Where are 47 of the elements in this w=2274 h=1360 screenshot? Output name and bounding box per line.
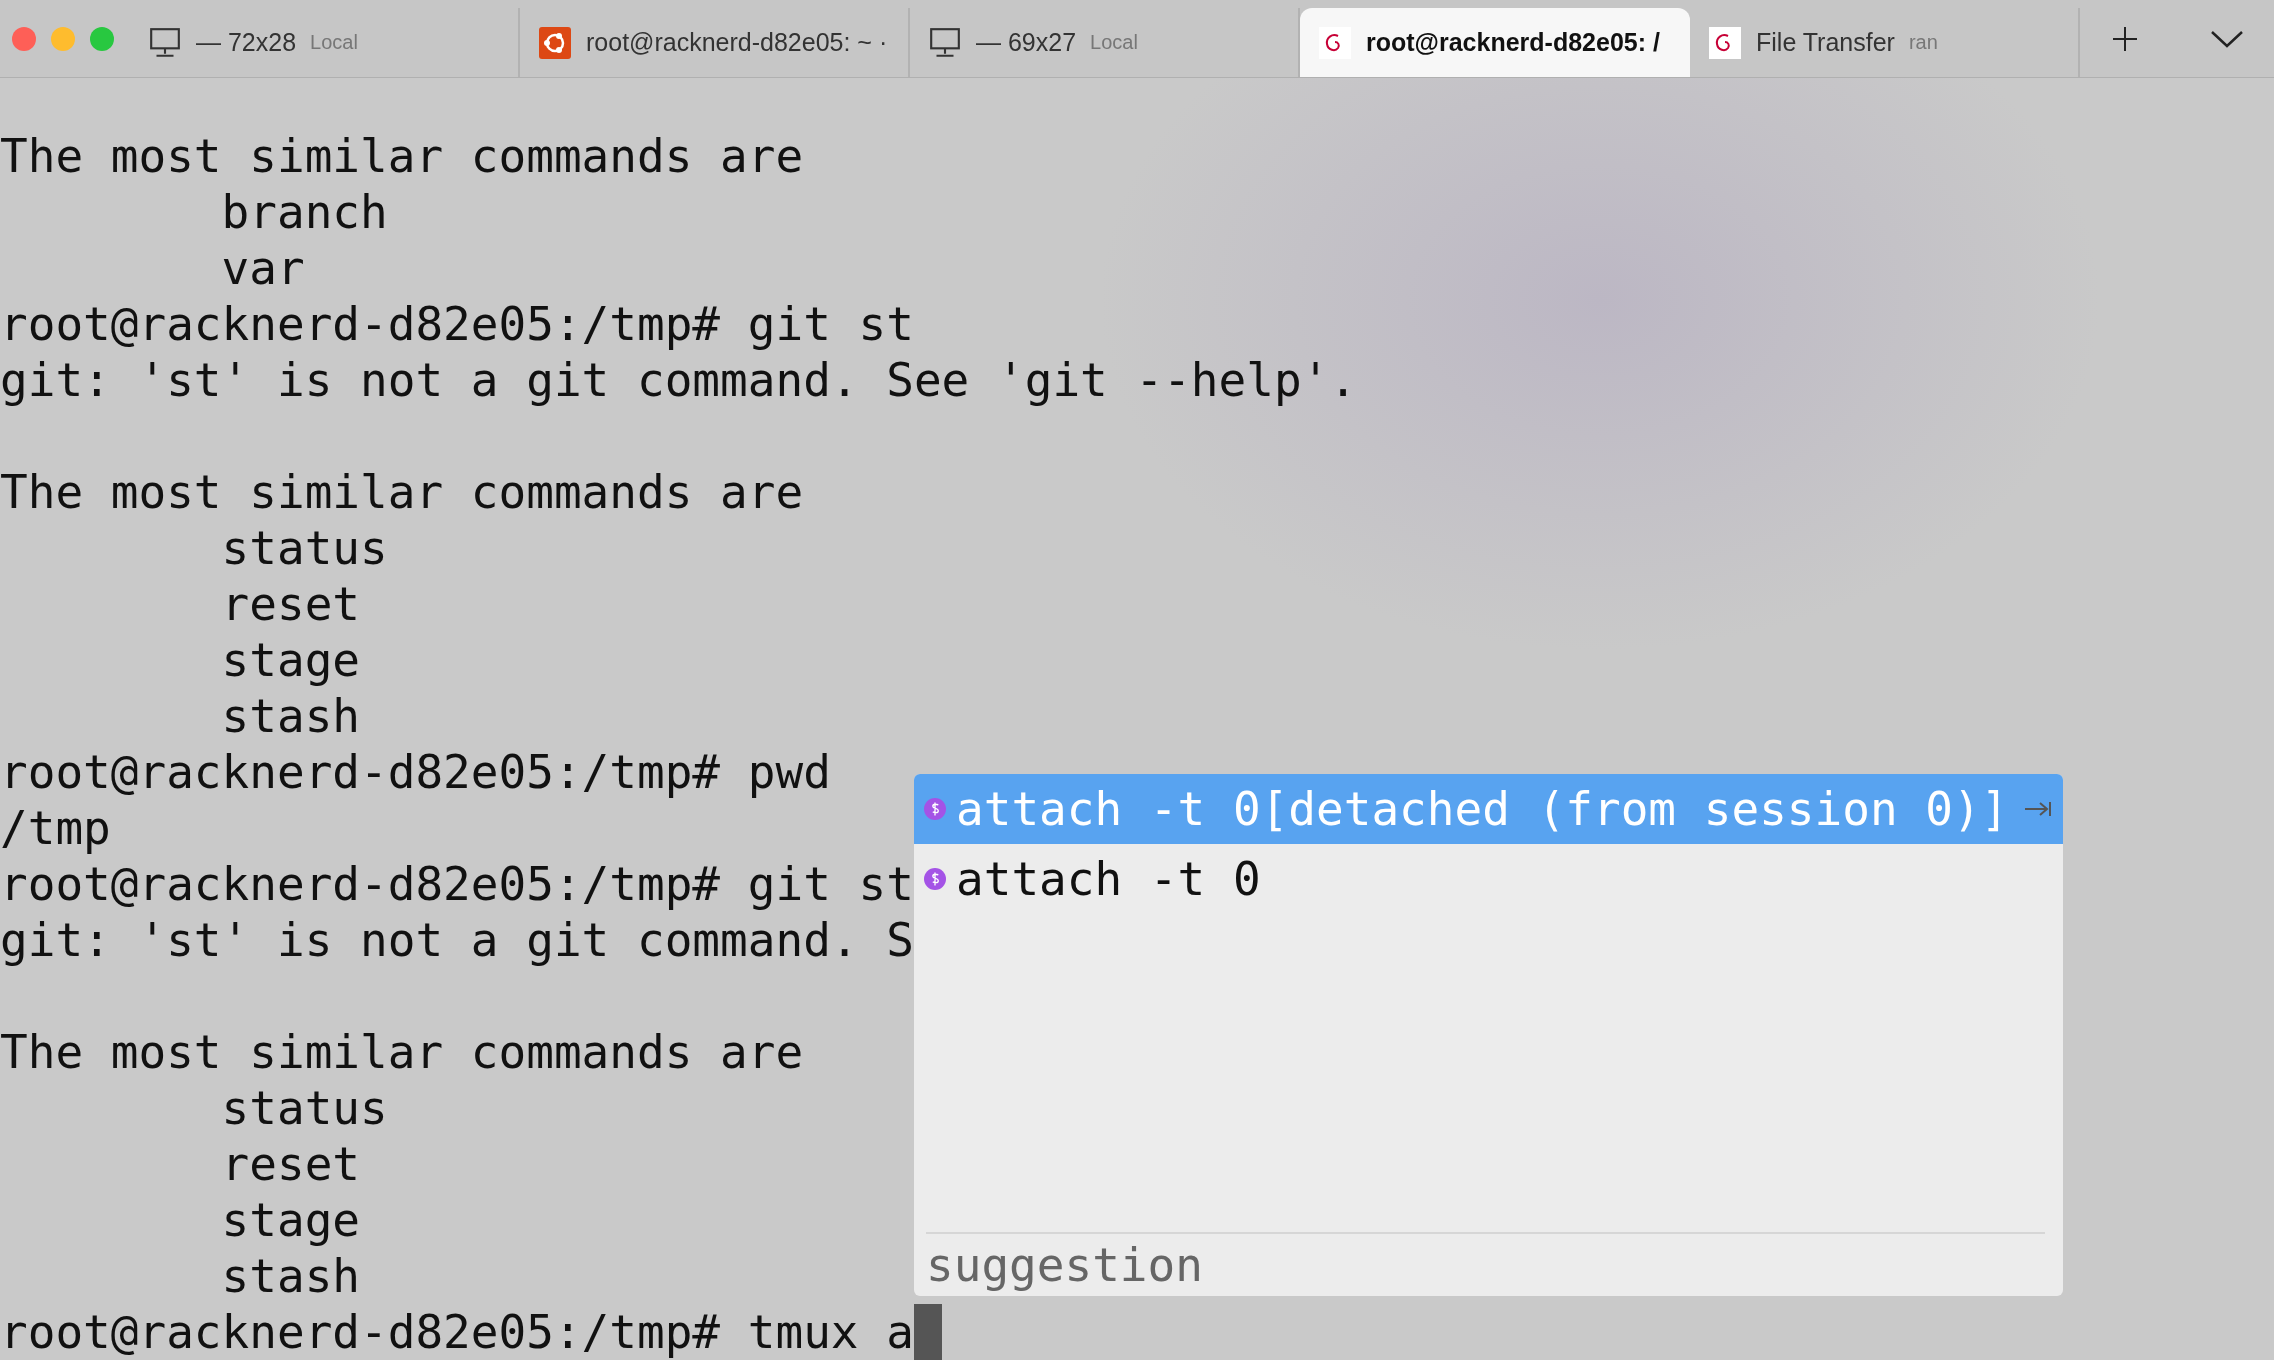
chevron-down-icon[interactable] [2210, 28, 2244, 49]
tab-title: File Transfer [1756, 28, 1895, 57]
terminal-line: The most similar commands are [0, 464, 804, 520]
terminal-line: The most similar commands are [0, 128, 804, 184]
tab-key-icon [2023, 799, 2053, 819]
tab-subtitle: Local [310, 31, 358, 54]
monitor-icon [148, 26, 182, 59]
terminal-line: status [220, 1080, 388, 1136]
terminal-line: var [220, 240, 305, 296]
tab[interactable]: root@racknerd-d82e05: / [1300, 8, 1690, 77]
dollar-icon [924, 868, 946, 890]
tab-title: root@racknerd-d82e05: ~ · [586, 28, 888, 57]
tab[interactable]: root@racknerd-d82e05: ~ · [520, 8, 910, 77]
terminal-line: status [220, 520, 388, 576]
terminal-line: branch [220, 184, 388, 240]
terminal-line: root@racknerd-d82e05:/tmp# pwd [0, 744, 831, 800]
text-cursor [913, 1304, 942, 1360]
terminal-line: reset [220, 576, 361, 632]
terminal-line: stash [220, 1248, 361, 1304]
suggestion-item[interactable]: attach -t 0 [914, 844, 2063, 914]
close-button[interactable] [12, 26, 36, 51]
tab-subtitle: Local [1090, 31, 1138, 54]
swirl-logo-icon [1708, 26, 1742, 59]
swirl-logo-icon [1318, 26, 1352, 59]
dollar-icon [924, 798, 946, 820]
minimize-button[interactable] [51, 26, 75, 51]
tab-subtitle: ran [1908, 31, 1938, 54]
terminal-line: git: 'st' is not a git command. See 'git --help'. [0, 352, 1358, 408]
terminal-line: The most similar commands are [0, 1024, 804, 1080]
tab-title: root@racknerd-d82e05: / [1366, 28, 1660, 57]
terminal-line: /tmp [0, 800, 111, 856]
terminal-line: stage [220, 632, 361, 688]
ubuntu-logo-icon [538, 26, 572, 59]
zoom-button[interactable] [90, 26, 114, 51]
terminal-line: git: 'st' is not a git command. S [0, 912, 914, 968]
tab-title: — 69x27 [976, 28, 1077, 57]
terminal-prompt: root@racknerd-d82e05:/tmp# tmux a [0, 1304, 914, 1360]
popup-footer-label: suggestion [926, 1232, 2045, 1296]
monitor-icon [928, 26, 962, 59]
tab[interactable]: File Transfer ran [1690, 8, 2080, 77]
tab-title: — 72x28 [196, 28, 297, 57]
terminal-line: root@racknerd-d82e05:/tmp# git st [0, 856, 914, 912]
tab[interactable]: — 72x28 Local [130, 8, 520, 77]
terminal-line: stash [220, 688, 361, 744]
terminal-line: root@racknerd-d82e05:/tmp# git st [0, 296, 914, 352]
terminal-line: stage [220, 1192, 361, 1248]
terminal-line: reset [220, 1136, 361, 1192]
